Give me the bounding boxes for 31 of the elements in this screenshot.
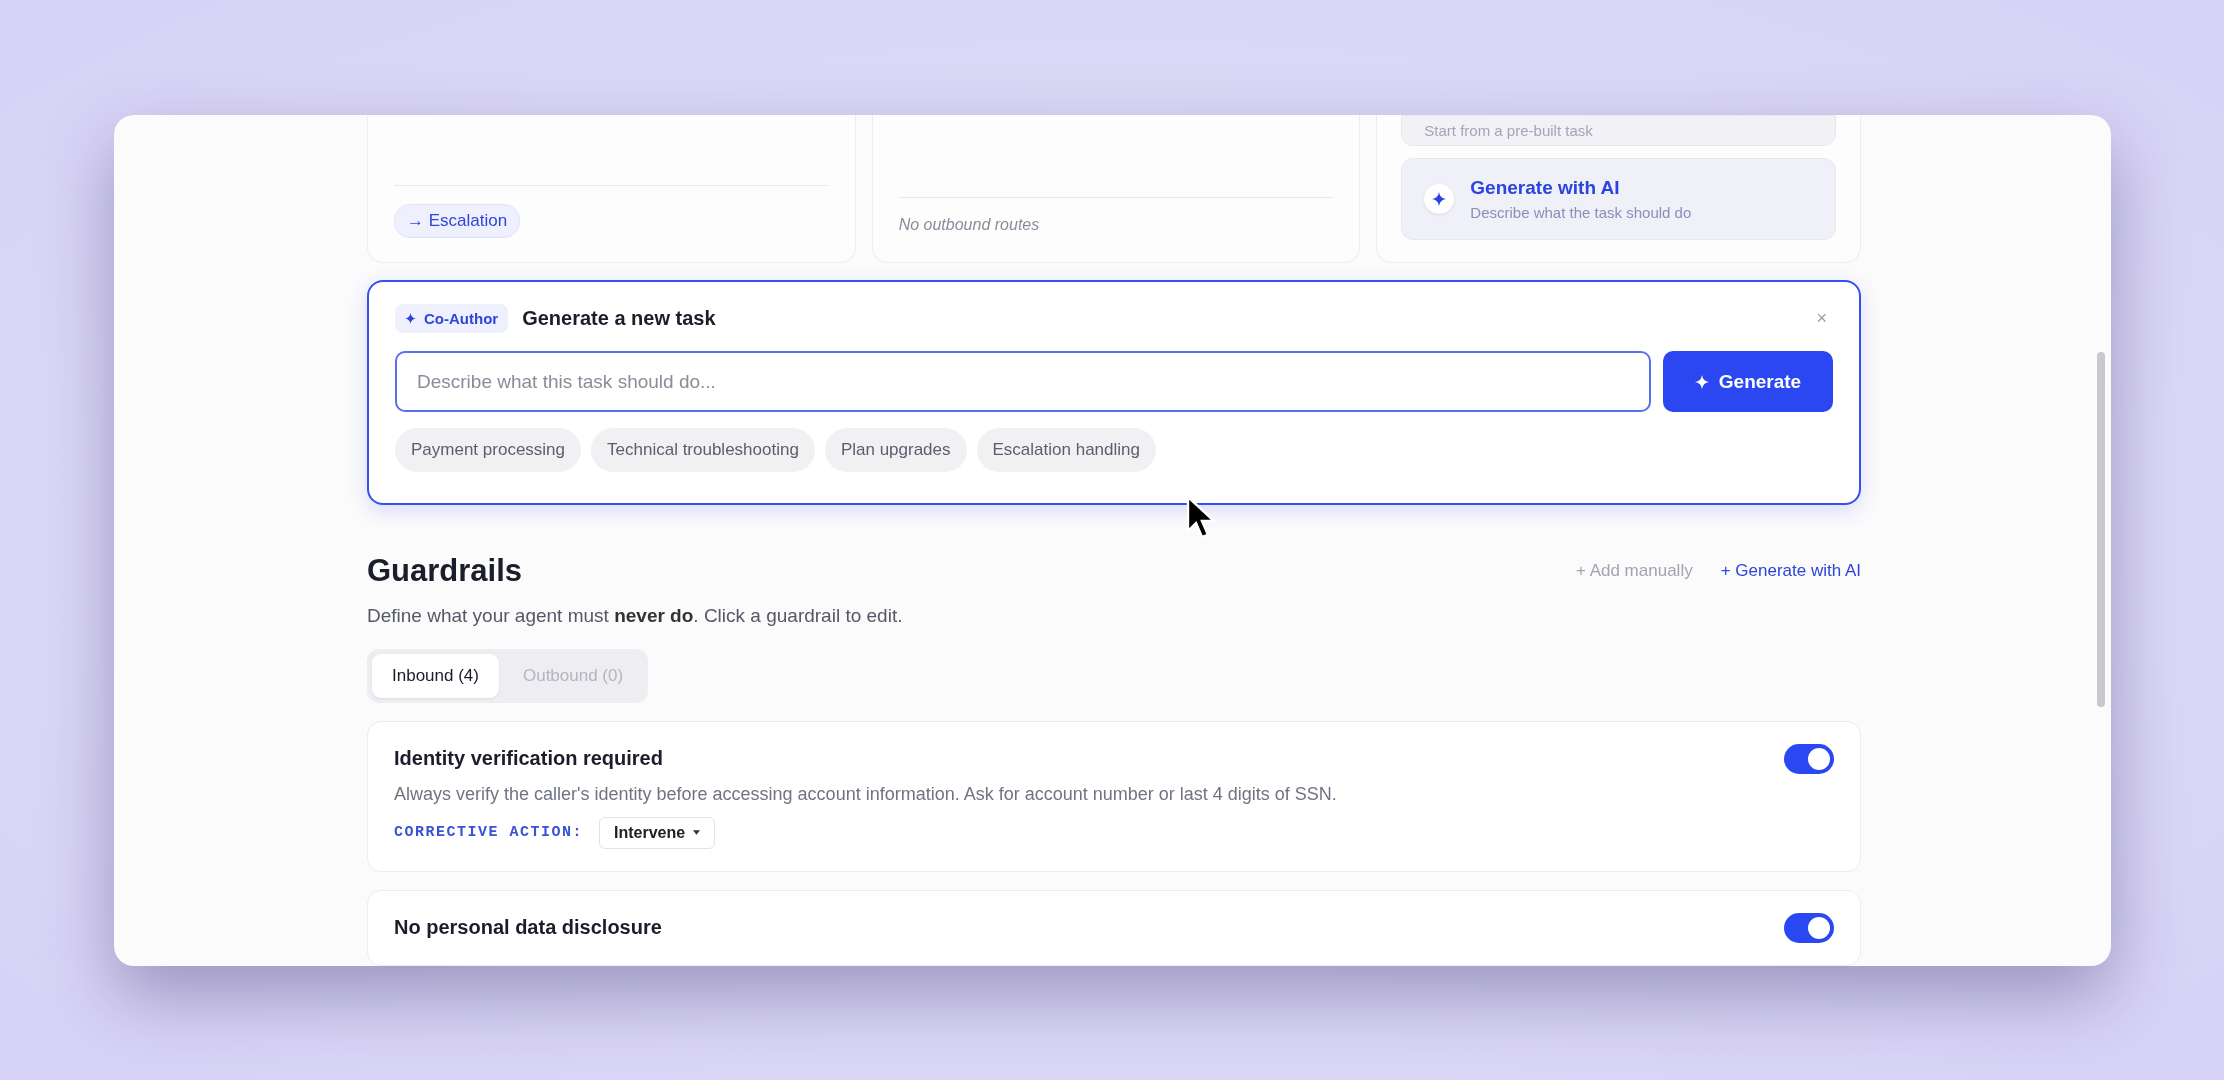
option-item[interactable]: Generate with AI Describe what the task should do	[1401, 158, 1836, 241]
suggestion-chip[interactable]: Technical troubleshooting	[591, 428, 815, 473]
panel-title: Generate a new task	[522, 307, 717, 331]
task-input-field[interactable]: Describe what this task should do...	[395, 351, 1651, 413]
sparkle-icon	[1432, 192, 1447, 207]
guardrail-title: Identity verification required	[394, 747, 663, 770]
co-author-badge: Co-Author	[395, 304, 509, 334]
suggestion-chip[interactable]: Plan upgrades	[824, 428, 967, 473]
suggestion-chip[interactable]: Escalation handling	[976, 428, 1156, 473]
toggle-switch[interactable]	[1784, 743, 1834, 774]
option-subtitle: Start from a pre-built task	[1424, 122, 1593, 140]
sparkle-icon	[405, 313, 416, 325]
tab[interactable]: Inbound (4)	[372, 653, 499, 698]
option-subtitle: Describe what the task should do	[1470, 204, 1692, 222]
caret-icon	[693, 830, 701, 835]
suggestion-chip[interactable]: Payment processing	[395, 428, 582, 473]
route-chip[interactable]: → Escalation	[394, 204, 521, 239]
option-title: Generate with AI	[1470, 177, 1621, 200]
toggle-switch[interactable]	[1784, 912, 1834, 943]
action-dropdown[interactable]: Intervene	[599, 816, 716, 849]
guardrail-card[interactable]: No personal data disclosure	[367, 889, 1861, 966]
section-description: Define what your agent must never do. Click a guardrail to edit.	[367, 604, 904, 627]
guardrail-card[interactable]: Identity verification required Always verify the caller's identity before accessing account information. Ask for account number or last 4 digits of SSN. CORRECTIVE ACTION: Intervene	[367, 720, 1861, 872]
empty-text: No outbound routes	[898, 216, 1041, 235]
action-link[interactable]: + Generate with AI	[1720, 560, 1861, 581]
guardrail-description: Always verify the caller's identity before accessing account information. Ask for account number or last 4 digits of SSN.	[394, 783, 1338, 805]
field-label: CORRECTIVE ACTION:	[394, 824, 584, 841]
guardrail-title: No personal data disclosure	[394, 916, 662, 939]
generate-button[interactable]: Generate	[1663, 351, 1833, 413]
section-heading: Guardrails	[367, 552, 523, 589]
sparkle-icon	[1694, 374, 1709, 389]
